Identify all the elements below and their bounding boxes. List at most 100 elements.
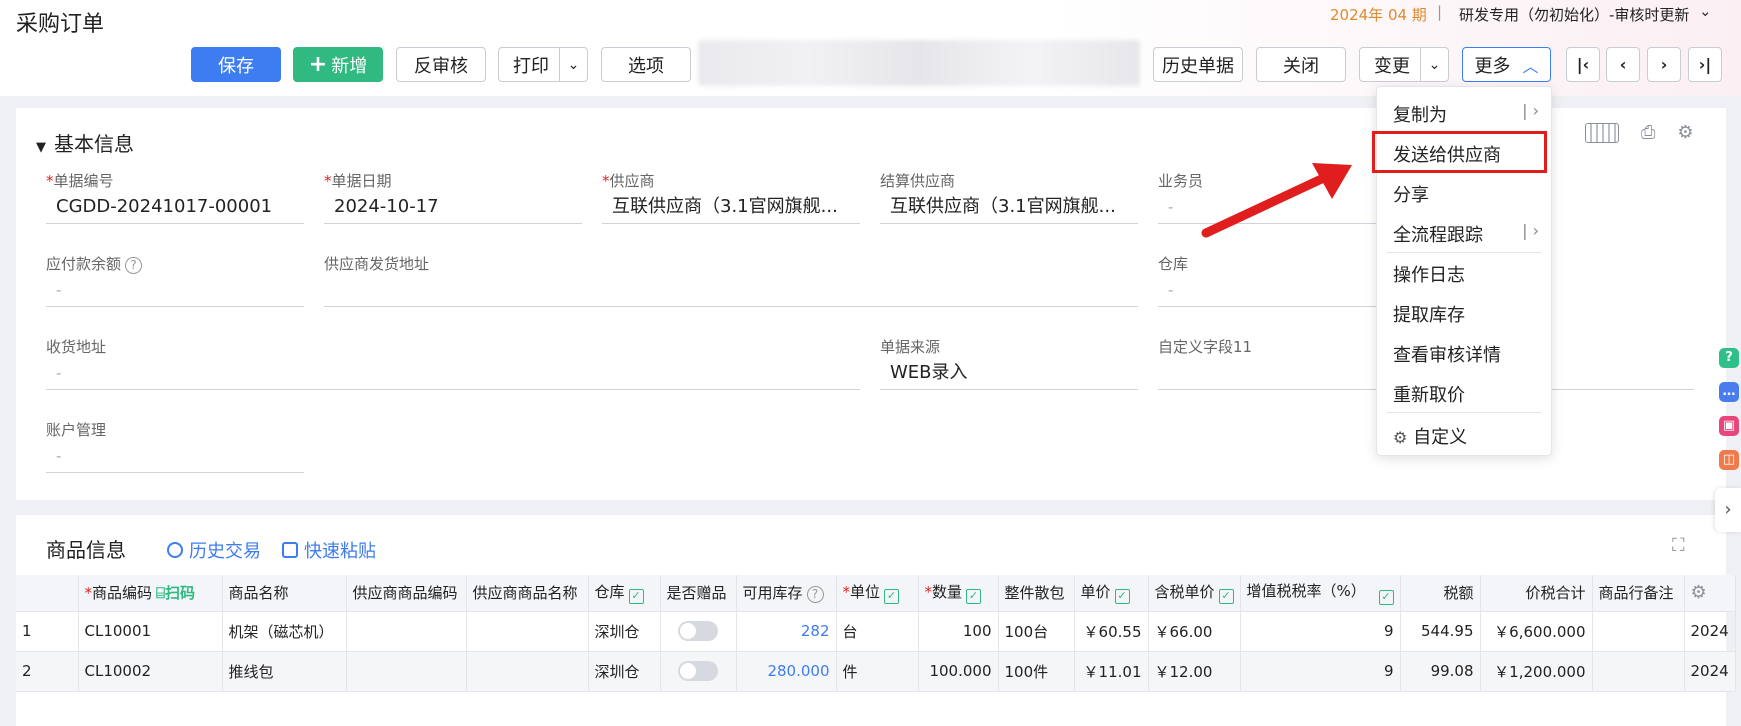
keyboard-icon[interactable] (1585, 122, 1619, 143)
cell-stock[interactable]: 280.000 (736, 651, 837, 692)
field-label: 单据编号 (53, 172, 114, 190)
help-icon[interactable]: ? (806, 586, 824, 604)
cell-name[interactable]: 推线包 (222, 651, 347, 692)
menu-item-share[interactable]: 分享 (1393, 181, 1429, 207)
table-row[interactable]: 2 CL10002 推线包 深圳仓 280.000 件 100.000 100件… (16, 651, 1736, 692)
cell-stock[interactable]: 282 (736, 611, 837, 652)
cell-qty[interactable]: 100.000 (918, 651, 999, 692)
check-icon[interactable]: ✓ (1378, 590, 1394, 606)
order-date-input[interactable]: 2024-10-17 (324, 192, 582, 224)
cell-sup-code[interactable] (346, 651, 467, 692)
gift-toggle[interactable] (678, 661, 718, 681)
menu-item-customize[interactable]: ⚙ 自定义 (1393, 423, 1467, 449)
field-account: 账户管理 - (46, 419, 304, 473)
cell-tax-price[interactable]: ￥66.00 (1148, 611, 1241, 652)
check-icon[interactable]: ✓ (966, 589, 982, 605)
cell-price[interactable]: ￥11.01 (1074, 651, 1149, 692)
cell-warehouse[interactable]: 深圳仓 (588, 611, 661, 652)
add-button[interactable]: + 新增 (293, 47, 383, 82)
menu-item-reprice[interactable]: 重新取价 (1393, 381, 1465, 407)
options-button[interactable]: 选项 (601, 47, 691, 82)
submenu-chevron[interactable]: | › (1522, 221, 1539, 240)
cell-qty[interactable]: 100 (918, 611, 999, 652)
bag-icon[interactable]: ▣ (1719, 416, 1739, 436)
gear-icon[interactable]: ⚙ (1691, 582, 1707, 603)
print-button[interactable]: 打印 ⌄ (498, 47, 588, 82)
cell-remark[interactable] (1592, 611, 1685, 652)
history-trade-link[interactable]: 历史交易 (167, 537, 261, 563)
history-orders-button[interactable]: 历史单据 (1153, 47, 1243, 82)
menu-item-fetch-stock[interactable]: 提取库存 (1393, 301, 1465, 327)
scan-button[interactable]: ⌸扫码 (156, 584, 195, 602)
check-icon[interactable]: ✓ (1114, 589, 1130, 605)
close-button[interactable]: 关闭 (1256, 47, 1346, 82)
period-label[interactable]: 2024年 04 期 (1330, 4, 1427, 25)
cell-tax-rate[interactable]: 9 (1240, 651, 1401, 692)
field-settle-supplier: 结算供应商 互联供应商（3.1官网旗舰... (880, 170, 1138, 224)
gift-toggle[interactable] (678, 621, 718, 641)
unaudit-button[interactable]: 反审核 (396, 47, 486, 82)
submenu-separator: | (1522, 101, 1528, 120)
cell-warehouse[interactable]: 深圳仓 (588, 651, 661, 692)
history-trade-label: 历史交易 (189, 541, 261, 562)
cell-remark[interactable] (1592, 651, 1685, 692)
gear-icon: ⚙ (1393, 428, 1408, 447)
expand-icon[interactable]: ⛶ (1672, 535, 1685, 556)
save-button[interactable]: 保存 (191, 47, 281, 82)
supplier-address-input[interactable] (324, 275, 1138, 307)
help-icon[interactable]: ? (1719, 348, 1739, 368)
field-label: 账户管理 (46, 421, 107, 439)
cell-unit[interactable]: 件 (836, 651, 919, 692)
check-icon[interactable]: ✓ (884, 589, 900, 605)
more-button[interactable]: 更多 ︿ (1462, 47, 1551, 82)
cell-sup-code[interactable] (346, 611, 467, 652)
chevron-down-icon[interactable]: ⌄ (1699, 2, 1712, 20)
cell-code[interactable]: CL10002 (78, 651, 223, 692)
required-mark: * (602, 172, 610, 190)
account-input[interactable]: - (46, 441, 304, 473)
settle-supplier-input[interactable]: 互联供应商（3.1官网旗舰... (880, 192, 1138, 224)
first-record-icon[interactable]: |‹ (1566, 47, 1600, 82)
basic-info-title[interactable]: ▼ 基本信息 (36, 128, 134, 157)
chevron-right-icon: › (1532, 221, 1539, 240)
table-row[interactable]: 1 CL10001 机架（磁芯机） 深圳仓 282 台 100 100台 ￥60… (16, 611, 1736, 652)
order-no-input[interactable]: CGDD-20241017-00001 (46, 192, 304, 224)
check-icon[interactable]: ✓ (1218, 589, 1234, 605)
menu-item-trace[interactable]: 全流程跟踪 (1393, 221, 1483, 247)
chat-icon[interactable]: … (1719, 382, 1739, 402)
col-label: 仓库 (594, 583, 625, 602)
cell-sup-name[interactable] (466, 611, 589, 652)
cell-date: 2024 (1684, 651, 1736, 692)
clock-icon (167, 542, 183, 558)
col-label: 可用库存 (742, 584, 803, 603)
chevron-down-icon[interactable]: ⌄ (1420, 48, 1448, 81)
prev-record-icon[interactable]: ‹ (1606, 47, 1640, 82)
help-icon[interactable]: ? (125, 257, 143, 274)
cell-unit[interactable]: 台 (836, 611, 919, 652)
gift-icon[interactable]: ◫ (1719, 450, 1739, 470)
chevron-down-icon[interactable]: ⌄ (559, 48, 587, 81)
menu-item-copy-as[interactable]: 复制为 (1393, 101, 1447, 127)
supplier-input[interactable]: 互联供应商（3.1官网旗舰... (602, 192, 860, 224)
submenu-chevron[interactable]: | › (1522, 101, 1539, 120)
menu-item-audit-detail[interactable]: 查看审核详情 (1393, 341, 1501, 367)
cell-code[interactable]: CL10001 (78, 611, 223, 652)
org-selector[interactable]: 研发专用（勿初始化）-审核时更新 (1459, 4, 1689, 25)
card-tools: ⎙ ⚙ (1585, 122, 1694, 143)
gear-icon[interactable]: ⚙ (1677, 122, 1693, 143)
cell-sup-name[interactable] (466, 651, 589, 692)
check-icon[interactable]: ✓ (628, 589, 644, 605)
next-record-icon[interactable]: › (1647, 47, 1681, 82)
cell-price[interactable]: ￥60.55 (1074, 611, 1149, 652)
cell-name[interactable]: 机架（磁芯机） (222, 611, 347, 652)
quick-paste-link[interactable]: 快速粘贴 (282, 537, 376, 563)
change-button[interactable]: 变更 ⌄ (1359, 47, 1449, 82)
col-index (16, 575, 79, 612)
print-settings-icon[interactable]: ⎙ (1641, 122, 1655, 143)
receive-address-input[interactable]: - (46, 358, 860, 390)
chevron-right-icon[interactable]: › (1715, 488, 1741, 532)
cell-tax-price[interactable]: ￥12.00 (1148, 651, 1241, 692)
last-record-icon[interactable]: ›| (1688, 47, 1722, 82)
menu-item-oplog[interactable]: 操作日志 (1393, 261, 1465, 287)
cell-tax-rate[interactable]: 9 (1240, 611, 1401, 652)
